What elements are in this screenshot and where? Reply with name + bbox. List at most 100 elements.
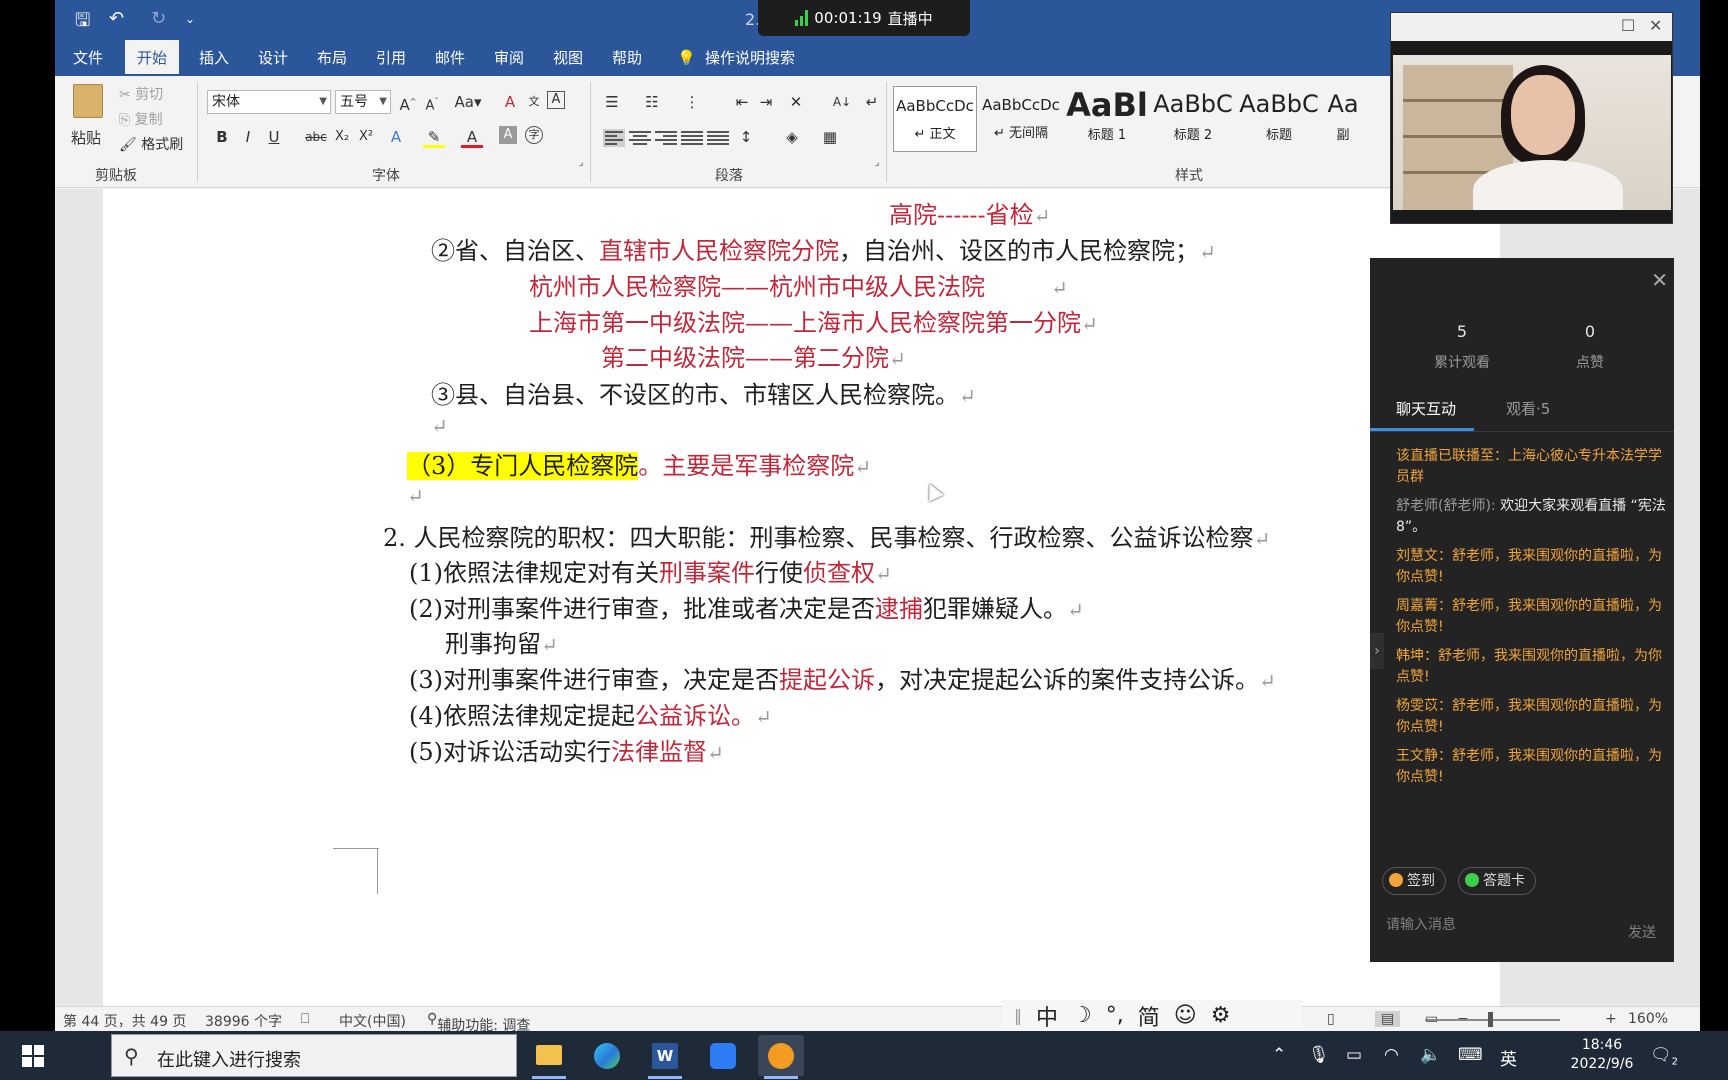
align-right-icon[interactable] <box>655 129 677 147</box>
live-stream-app-icon[interactable] <box>758 1035 804 1079</box>
multilevel-list-icon[interactable]: ⋮ <box>681 91 703 113</box>
panel-collapse-handle[interactable]: › <box>1370 633 1384 669</box>
proofing-icon[interactable]: ⎕ <box>301 1011 309 1027</box>
tab-view[interactable]: 视图 <box>549 40 587 76</box>
ime-handle[interactable]: ‖ <box>1014 1006 1022 1025</box>
numbering-icon[interactable]: ☷ <box>641 91 663 113</box>
undo-icon[interactable]: ↶ <box>109 8 124 29</box>
document-page[interactable]: 高院------省检↵ ②省、自治区、直辖市人民检察院分院，自治州、设区的市人民… <box>103 189 1500 1006</box>
line-spacing-icon[interactable]: ↕ <box>735 126 757 148</box>
tab-layout[interactable]: 布局 <box>313 40 351 76</box>
copy-button[interactable]: ⎘ 复制 <box>119 109 163 129</box>
print-layout-icon[interactable]: ▤ <box>1375 1011 1401 1027</box>
sort-icon[interactable]: A↓ <box>831 91 853 113</box>
distributed-icon[interactable] <box>707 129 729 147</box>
align-center-icon[interactable] <box>629 129 651 147</box>
italic-icon[interactable]: I <box>237 126 259 148</box>
maximize-icon[interactable]: ☐ <box>1621 16 1635 35</box>
bold-icon[interactable]: B <box>211 126 233 148</box>
phonetic-guide-icon[interactable]: 文 <box>523 91 545 113</box>
cut-button[interactable]: ✂ 剪切 <box>119 84 163 104</box>
change-case-icon[interactable]: Aa▾ <box>453 91 483 113</box>
increase-indent-icon[interactable]: ⇥ <box>755 91 777 113</box>
tab-help[interactable]: 帮助 <box>608 40 646 76</box>
tab-design[interactable]: 设计 <box>254 40 292 76</box>
volume-icon[interactable]: 🔈 <box>1420 1045 1441 1065</box>
tab-home[interactable]: 开始 <box>125 40 180 76</box>
read-mode-icon[interactable]: ▯ <box>1327 1011 1335 1027</box>
page-count[interactable]: 第 44 页，共 49 页 <box>63 1011 186 1031</box>
character-border-icon[interactable]: A <box>547 91 565 109</box>
wifi-icon[interactable]: ◠ <box>1384 1045 1399 1065</box>
ime-simplified[interactable]: 简 <box>1138 1000 1160 1032</box>
asian-layout-icon[interactable]: ✕ <box>785 91 807 113</box>
format-painter-button[interactable]: 🖌 格式刷 <box>119 134 183 154</box>
tell-me-search[interactable]: 操作说明搜索 <box>701 40 799 76</box>
save-icon[interactable]: 🖫 <box>75 8 90 38</box>
show-formatting-marks-icon[interactable]: ↵ <box>861 91 883 113</box>
tab-mailings[interactable]: 邮件 <box>431 40 469 76</box>
underline-icon[interactable]: U <box>263 126 285 148</box>
customize-toolbar-icon[interactable]: ⌄ <box>185 12 195 26</box>
windows-start-icon[interactable] <box>22 1045 44 1067</box>
microphone-icon[interactable]: 🎙 <box>1308 1045 1330 1065</box>
tab-review[interactable]: 审阅 <box>490 40 528 76</box>
taskbar-search[interactable]: ⚲ 在此键入进行搜索 <box>111 1034 517 1077</box>
emoji-icon[interactable]: ☺ <box>1174 1003 1197 1028</box>
zoom-in-icon[interactable]: + <box>1605 1011 1617 1027</box>
font-dialog-launcher-icon[interactable]: ⌟ <box>579 158 583 168</box>
strikethrough-icon[interactable]: abc <box>305 126 327 148</box>
tab-chat[interactable]: 聊天互动 <box>1396 398 1456 419</box>
highlight-color-icon[interactable]: ✎ <box>423 126 445 148</box>
text-effects-icon[interactable]: A <box>385 126 407 148</box>
feishu-icon[interactable] <box>700 1035 746 1076</box>
tab-viewers[interactable]: 观看·5 <box>1506 398 1550 419</box>
subscript-icon[interactable]: X₂ <box>331 126 353 148</box>
tab-insert[interactable]: 插入 <box>195 40 233 76</box>
send-button[interactable]: 发送 <box>1628 922 1656 942</box>
justify-icon[interactable] <box>681 129 703 147</box>
tab-file[interactable]: 文件 <box>69 40 107 76</box>
style-normal[interactable]: AaBbCcDc ↵ 正文 <box>893 86 977 152</box>
chevron-up-icon[interactable]: ⌃ <box>1272 1045 1286 1065</box>
redo-icon[interactable]: ↻ <box>151 8 166 29</box>
style-no-spacing[interactable]: AaBbCcDc ↵ 无间隔 <box>979 86 1063 152</box>
word-count[interactable]: 38996 个字 <box>205 1011 282 1031</box>
style-title[interactable]: AaBbC 标题 <box>1237 86 1321 152</box>
language-status[interactable]: 中文(中国) <box>339 1011 406 1031</box>
webcam-window[interactable]: ☐ ✕ <box>1390 12 1673 224</box>
chat-input[interactable]: 请输入消息 <box>1386 914 1456 934</box>
decrease-indent-icon[interactable]: ⇤ <box>731 91 753 113</box>
word-icon[interactable]: W <box>642 1035 688 1079</box>
edge-icon[interactable] <box>584 1035 630 1076</box>
style-subtitle[interactable]: Aa 副 <box>1323 86 1363 152</box>
enclose-characters-icon[interactable]: 字 <box>525 126 543 144</box>
close-icon[interactable]: ✕ <box>1651 268 1668 292</box>
superscript-icon[interactable]: X² <box>355 126 377 148</box>
moon-icon[interactable]: ☽ <box>1072 1003 1092 1028</box>
font-name-select[interactable]: 宋体 ▼ <box>207 90 331 114</box>
paragraph-dialog-launcher-icon[interactable]: ⌟ <box>875 158 879 168</box>
keyboard-icon[interactable]: ⌨ <box>1458 1045 1483 1065</box>
align-left-icon[interactable] <box>603 129 625 147</box>
shrink-font-icon[interactable]: Aˇ <box>421 91 443 113</box>
ime-settings-icon[interactable]: ⚙ <box>1211 1003 1231 1028</box>
style-heading-1[interactable]: AaBl 标题 1 <box>1065 86 1149 152</box>
paste-button[interactable]: 粘贴 <box>69 82 105 152</box>
tab-references[interactable]: 引用 <box>372 40 410 76</box>
style-heading-2[interactable]: AaBbC 标题 2 <box>1151 86 1235 152</box>
answer-card-button[interactable]: 答题卡 <box>1458 867 1536 895</box>
file-explorer-icon[interactable] <box>526 1035 572 1079</box>
clear-formatting-icon[interactable]: A <box>499 91 521 113</box>
battery-icon[interactable]: ▭ <box>1346 1045 1362 1065</box>
close-icon[interactable]: ✕ <box>1649 16 1662 35</box>
character-shading-icon[interactable]: A <box>499 126 517 144</box>
input-language[interactable]: 英 <box>1500 1045 1517 1070</box>
grow-font-icon[interactable]: A^ <box>397 91 419 114</box>
notification-icon[interactable]: 🗨2 <box>1650 1045 1678 1067</box>
zoom-level[interactable]: 160% <box>1628 1011 1668 1027</box>
accessibility-status[interactable]: ⚲ 辅助功能: 调查 <box>427 1011 530 1031</box>
shading-icon[interactable]: ◈ <box>781 126 803 148</box>
bullets-icon[interactable]: ☰ <box>601 91 623 113</box>
sign-in-button[interactable]: 签到 <box>1382 867 1446 895</box>
